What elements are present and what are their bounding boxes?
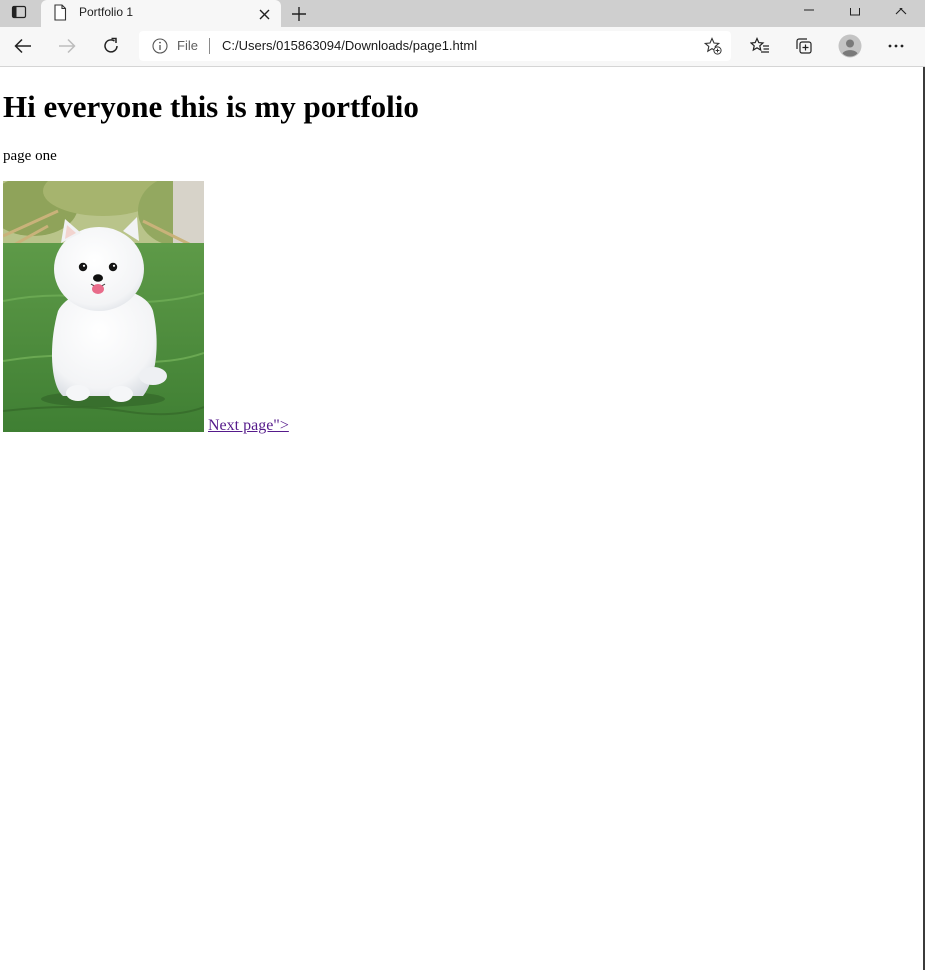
window-close-icon xyxy=(895,7,907,14)
tab-actions-button[interactable] xyxy=(2,0,36,27)
browser-window: Portfolio 1 File C:/Users/015863094/Down… xyxy=(0,0,925,970)
maximize-button[interactable] xyxy=(842,0,868,27)
tab-actions-icon xyxy=(11,4,27,24)
star-plus-icon xyxy=(704,37,722,55)
dog-photo xyxy=(3,181,204,432)
forward-arrow-icon xyxy=(59,38,76,54)
address-bar[interactable]: File C:/Users/015863094/Downloads/page1.… xyxy=(139,31,731,61)
more-button[interactable] xyxy=(881,31,911,61)
favorites-button[interactable] xyxy=(745,31,775,61)
page-icon xyxy=(53,4,67,25)
page-heading: Hi everyone this is my portfolio xyxy=(3,89,419,124)
page-viewport: Hi everyone this is my portfolio page on… xyxy=(0,67,925,970)
close-icon xyxy=(259,9,269,19)
back-button[interactable] xyxy=(8,31,38,61)
info-icon[interactable] xyxy=(152,38,168,58)
minimize-icon xyxy=(804,9,814,10)
window-close-button[interactable] xyxy=(888,0,914,27)
collections-icon xyxy=(796,38,812,54)
profile-icon xyxy=(838,34,862,58)
plus-icon xyxy=(292,6,306,21)
new-tab-button[interactable] xyxy=(286,0,312,27)
refresh-button[interactable] xyxy=(96,31,126,61)
page-subtitle: page one xyxy=(3,148,57,164)
toolbar: File C:/Users/015863094/Downloads/page1.… xyxy=(0,27,925,67)
forward-button[interactable] xyxy=(52,31,82,61)
next-page-link[interactable]: Next page"> xyxy=(208,417,289,435)
maximize-icon xyxy=(850,7,860,15)
favorites-icon xyxy=(750,37,769,53)
minimize-button[interactable] xyxy=(796,0,822,27)
refresh-icon xyxy=(104,37,118,53)
profile-button[interactable] xyxy=(835,31,865,61)
add-favorite-button[interactable] xyxy=(700,33,726,59)
address-divider xyxy=(209,38,210,54)
tab-title: Portfolio 1 xyxy=(79,5,134,19)
tab-close-button[interactable] xyxy=(255,5,273,23)
tab-strip: Portfolio 1 xyxy=(0,0,925,27)
more-icon xyxy=(888,44,904,48)
back-arrow-icon xyxy=(14,38,31,54)
tab-portfolio-1[interactable]: Portfolio 1 xyxy=(41,0,281,27)
collections-button[interactable] xyxy=(789,31,819,61)
security-label[interactable]: File xyxy=(177,38,198,53)
url-text[interactable]: C:/Users/015863094/Downloads/page1.html xyxy=(222,38,477,53)
